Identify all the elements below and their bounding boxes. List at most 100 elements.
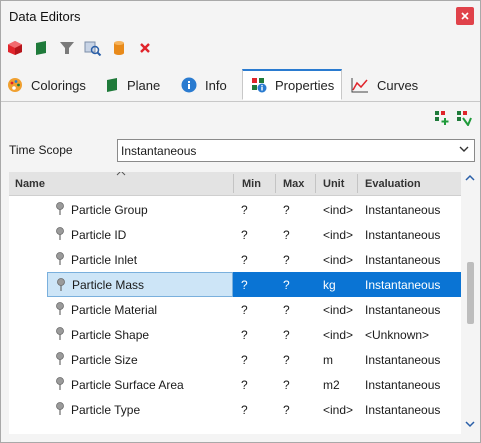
time-scope-label: Time Scope [9,143,73,157]
property-min-cell: ? [241,327,248,342]
property-name-cell[interactable]: Particle Size [47,347,233,372]
property-name-cell[interactable]: Particle Shape [47,322,233,347]
plane-flag-icon [107,78,117,92]
tab-curves[interactable]: Curves [347,69,431,101]
property-max-cell: ? [283,352,290,367]
column-header-name[interactable]: Name [15,172,45,195]
property-max-cell: ? [283,402,290,417]
time-scope-select[interactable]: Instantaneous [117,139,475,162]
property-evaluation-cell: Instantaneous [365,277,441,292]
property-min-cell: ? [241,377,248,392]
property-name: Particle Mass [72,277,145,292]
tab-properties[interactable]: Properties [242,69,342,100]
table-row[interactable]: Particle Shape?? <ind> <Unknown> [9,322,461,347]
property-evaluation-cell: Instantaneous [365,302,441,317]
property-unit-cell: kg [323,277,336,292]
column-header-max[interactable]: Max [283,172,304,195]
property-min-cell: ? [241,252,248,267]
property-name: Particle Material [71,302,158,317]
property-unit-cell: <ind> [323,227,354,242]
cube-icon [8,41,22,55]
tab-info-label: Info [205,77,227,93]
property-actions [434,110,472,126]
property-min-cell: ? [241,277,248,292]
property-max-cell: ? [283,327,290,342]
property-name-cell[interactable]: Particle ID [47,222,233,247]
close-button[interactable] [456,7,474,25]
cylinder-button[interactable] [109,38,129,58]
property-unit-cell: <ind> [323,252,354,267]
column-header-evaluation[interactable]: Evaluation [365,172,421,195]
toolbar [5,37,155,59]
time-scope-value: Instantaneous [121,143,197,158]
new-cube-button[interactable] [5,38,25,58]
add-property-icon[interactable] [434,110,450,126]
probe-button[interactable] [83,38,103,58]
property-pin-icon [56,327,64,340]
filter-icon [60,42,74,54]
property-name-cell[interactable]: Particle Mass [47,272,233,297]
filter-button[interactable] [57,38,77,58]
curves-icon [351,78,368,93]
column-header-min[interactable]: Min [242,172,261,195]
property-name-cell[interactable]: Particle Type [47,397,233,422]
data-editors-window: Data Editors Colorings Plane Info Proper… [0,0,481,443]
property-name: Particle Group [71,202,148,217]
property-name-cell[interactable]: Particle Group [47,197,233,222]
plane-button[interactable] [31,38,51,58]
property-max-cell: ? [283,202,290,217]
property-unit-cell: <ind> [323,402,354,417]
column-separator [315,174,316,193]
delete-button[interactable] [135,38,155,58]
scrollbar-thumb[interactable] [467,262,474,324]
table-row[interactable]: Particle Size?? m Instantaneous [9,347,461,372]
tab-info[interactable]: Info [181,69,239,101]
palette-icon [8,78,22,92]
property-min-cell: ? [241,302,248,317]
tab-colorings[interactable]: Colorings [7,69,99,101]
property-max-cell: ? [283,227,290,242]
vertical-scrollbar[interactable] [463,172,477,434]
close-icon [461,12,469,20]
chevron-down-icon [459,146,469,152]
property-name-cell[interactable]: Particle Inlet [47,247,233,272]
property-evaluation-cell: Instantaneous [365,402,441,417]
property-evaluation-cell: Instantaneous [365,227,441,242]
table-row[interactable]: Particle Surface Area?? m2 Instantaneous [9,372,461,397]
table-row[interactable]: Particle Material?? <ind> Instantaneous [9,297,461,322]
scroll-down-icon[interactable] [465,420,475,428]
property-name-cell[interactable]: Particle Material [47,297,233,322]
property-min-cell: ? [241,227,248,242]
filter-properties-icon[interactable] [456,110,472,126]
scroll-up-icon[interactable] [465,174,475,182]
tab-plane[interactable]: Plane [105,69,173,101]
property-pin-icon [56,352,64,365]
cylinder-icon [114,41,124,55]
table-row[interactable]: Particle Group?? <ind> Instantaneous [9,197,461,222]
property-max-cell: ? [283,302,290,317]
table-header: Name Min Max Unit Evaluation [9,172,461,196]
property-pin-icon [56,227,64,240]
properties-panel: Time Scope Instantaneous Name Min Max Un… [7,102,480,442]
table-row[interactable]: Particle Mass?? kg Instantaneous [9,272,461,297]
table-row[interactable]: Particle ID?? <ind> Instantaneous [9,222,461,247]
properties-icon [252,78,267,93]
tab-plane-label: Plane [127,77,161,93]
property-table: Name Min Max Unit Evaluation Particle Gr… [9,172,461,434]
table-row[interactable]: Particle Inlet?? <ind> Instantaneous [9,247,461,272]
sort-ascending-icon [116,172,126,176]
column-separator [357,174,358,193]
table-row[interactable]: Particle Type?? <ind> Instantaneous [9,397,461,422]
tab-bar: Colorings Plane Info Properties Curves [1,69,480,102]
property-name: Particle Inlet [71,252,138,267]
property-pin-icon [56,202,64,215]
title-bar: Data Editors [1,1,480,31]
column-header-unit[interactable]: Unit [323,172,344,195]
property-name: Particle Size [71,352,138,367]
delete-x-icon [140,43,150,53]
property-name: Particle Shape [71,327,150,342]
property-max-cell: ? [283,277,290,292]
property-name-cell[interactable]: Particle Surface Area [47,372,233,397]
property-unit-cell: <ind> [323,202,354,217]
property-name: Particle Type [71,402,141,417]
